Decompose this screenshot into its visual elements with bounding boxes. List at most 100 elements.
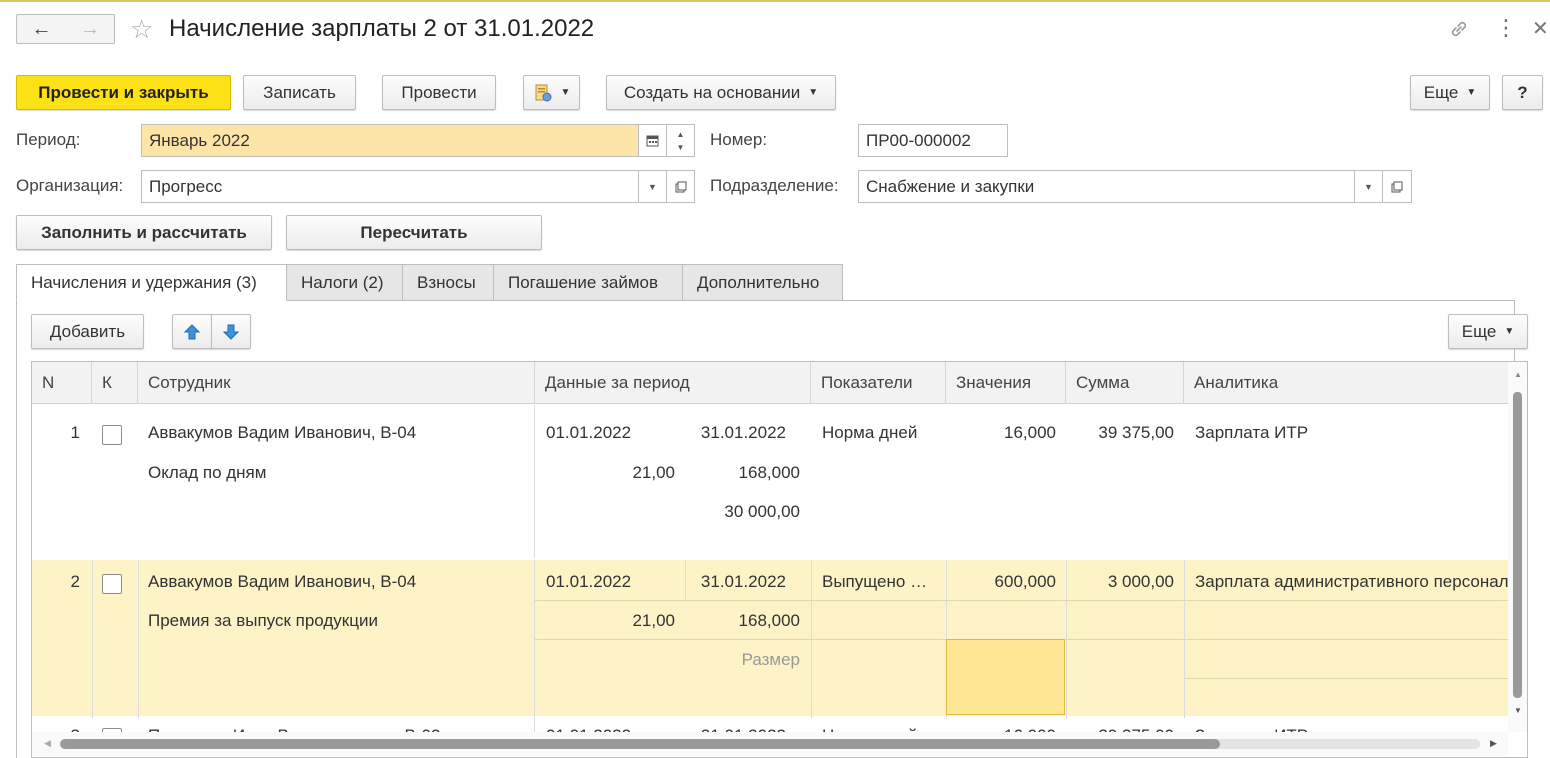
sum-value: 39 375,00 (1098, 423, 1174, 442)
vertical-scroll-thumb[interactable] (1513, 392, 1522, 698)
number-input[interactable]: ПР00-000002 (858, 124, 1008, 157)
date-from: 01.01.2022 (546, 572, 632, 591)
active-cell[interactable] (946, 639, 1065, 715)
department-input[interactable]: Снабжение и закупки (858, 170, 1355, 203)
sum-value: 3 000,00 (1107, 572, 1174, 591)
tab-contributions[interactable]: Взносы (403, 264, 494, 301)
days-worked: 21,00 (632, 611, 675, 630)
chevron-down-icon: ▼ (560, 87, 571, 98)
forward-button[interactable]: → (66, 14, 115, 44)
chevron-down-icon: ▼ (648, 181, 657, 192)
spin-up-icon[interactable]: ▲ (677, 128, 685, 141)
table-row[interactable]: 1 Аввакумов Вадим Иванович, В-04 Оклад п… (32, 405, 1508, 558)
horizontal-scroll-thumb[interactable] (60, 739, 1220, 749)
period-label: Период: (16, 130, 81, 149)
header-values[interactable]: Значения (946, 362, 1066, 404)
header-sum[interactable]: Сумма (1066, 362, 1184, 404)
period-input[interactable]: Январь 2022 (141, 124, 639, 157)
indicator: Выпущено … (822, 572, 928, 591)
more-menu-icon[interactable]: ⋮ (1495, 15, 1517, 41)
calendar-button[interactable] (639, 124, 667, 157)
arrow-down-icon (222, 323, 240, 341)
organization-label: Организация: (16, 176, 124, 195)
table-row-selected[interactable]: 2 Аввакумов Вадим Иванович, В-04 Премия … (32, 558, 1508, 718)
period-spinner[interactable]: ▲ ▼ (667, 124, 695, 157)
post-and-close-button[interactable]: Провести и закрыть (16, 75, 231, 110)
header-n[interactable]: N (32, 362, 92, 404)
move-down-button[interactable] (211, 314, 251, 349)
tab-accruals[interactable]: Начисления и удержания (3) (16, 264, 287, 301)
document-print-icon (533, 83, 553, 103)
row-number: 1 (70, 423, 80, 442)
more-label: Еще (1423, 82, 1459, 102)
open-form-icon (675, 181, 687, 193)
link-icon[interactable] (1448, 18, 1470, 45)
date-from: 01.01.2022 (546, 423, 632, 442)
header-k[interactable]: К (92, 362, 138, 404)
days-worked: 21,00 (632, 463, 675, 482)
fill-and-calculate-button[interactable]: Заполнить и рассчитать (16, 215, 272, 250)
date-to: 31.01.2022 (700, 572, 786, 591)
analytics-value: Зарплата ИТР (1195, 423, 1309, 442)
organization-input[interactable]: Прогресс (141, 170, 639, 203)
date-to: 31.01.2022 (700, 423, 786, 442)
indicator: Норма дней (822, 423, 918, 442)
hours-worked: 168,000 (738, 463, 800, 482)
arrow-left-icon: ← (31, 17, 52, 40)
header-analytics[interactable]: Аналитика (1184, 362, 1514, 404)
header-employee[interactable]: Сотрудник (138, 362, 535, 404)
scroll-up-icon[interactable]: ▲ (1514, 370, 1522, 379)
recalculate-button[interactable]: Пересчитать (286, 215, 542, 250)
create-based-on-button[interactable]: Создать на основании ▼ (606, 75, 836, 110)
arrow-up-icon (183, 323, 201, 341)
rate-value: 30 000,00 (724, 502, 800, 521)
horizontal-scrollbar[interactable]: ◀ ▶ (32, 732, 1508, 756)
scroll-down-icon[interactable]: ▼ (1514, 706, 1522, 715)
row-checkbox[interactable] (102, 574, 122, 594)
accrual-type: Оклад по дням (148, 463, 267, 482)
organization-open-button[interactable] (667, 170, 695, 203)
header-period-data[interactable]: Данные за период (535, 362, 811, 404)
analytics-value: Зарплата административного персонала (1195, 572, 1508, 591)
move-up-button[interactable] (172, 314, 212, 349)
arrow-right-icon: → (80, 17, 100, 40)
post-button[interactable]: Провести (382, 75, 496, 110)
help-button[interactable]: ? (1502, 75, 1543, 110)
print-dropdown-button[interactable]: ▼ (523, 75, 580, 110)
accruals-table[interactable]: N К Сотрудник Данные за период Показател… (31, 361, 1528, 758)
row-checkbox[interactable] (102, 425, 122, 445)
indicator-value: 16,000 (1004, 423, 1056, 442)
tab-additional[interactable]: Дополнительно (683, 264, 843, 301)
vertical-scrollbar[interactable]: ▲ ▼ (1508, 362, 1527, 732)
department-dropdown-button[interactable]: ▼ (1355, 170, 1383, 203)
employee-name: Аввакумов Вадим Иванович, В-04 (148, 572, 417, 591)
tab-loans[interactable]: Погашение займов (494, 264, 683, 301)
chevron-down-icon: ▼ (1364, 181, 1373, 192)
favorite-star-icon[interactable]: ☆ (130, 14, 153, 44)
organization-dropdown-button[interactable]: ▼ (639, 170, 667, 203)
grid-more-button[interactable]: Еще ▼ (1448, 314, 1528, 349)
back-button[interactable]: ← (16, 14, 67, 44)
close-icon[interactable]: ✕ (1532, 16, 1549, 41)
add-row-button[interactable]: Добавить (31, 314, 144, 349)
more-button[interactable]: Еще ▼ (1410, 75, 1490, 110)
department-open-button[interactable] (1383, 170, 1412, 203)
save-button[interactable]: Записать (243, 75, 356, 110)
open-form-icon (1391, 181, 1403, 193)
grid-more-label: Еще (1461, 321, 1497, 341)
scroll-right-icon[interactable]: ▶ (1490, 738, 1497, 749)
header-indicators[interactable]: Показатели (811, 362, 946, 404)
department-label: Подразделение: (710, 176, 839, 195)
employee-name: Аввакумов Вадим Иванович, В-04 (148, 423, 417, 442)
create-based-on-label: Создать на основании (623, 82, 801, 102)
accrual-type: Премия за выпуск продукции (148, 611, 378, 630)
tab-taxes[interactable]: Налоги (2) (287, 264, 403, 301)
chevron-down-icon: ▼ (808, 87, 819, 98)
number-label: Номер: (710, 130, 768, 149)
window-title: Начисление зарплаты 2 от 31.01.2022 (169, 15, 595, 42)
spin-down-icon[interactable]: ▼ (677, 141, 685, 154)
scroll-left-icon[interactable]: ◀ (44, 738, 51, 749)
hours-worked: 168,000 (738, 611, 800, 630)
row-number: 2 (70, 572, 80, 591)
size-placeholder[interactable]: Размер (686, 650, 800, 670)
